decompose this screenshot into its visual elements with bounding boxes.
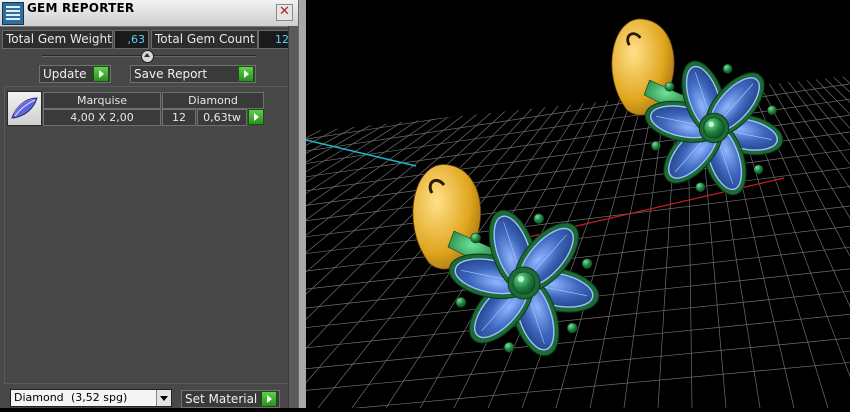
play-arrow-icon <box>238 66 254 82</box>
update-button-label: Update <box>43 67 87 81</box>
play-arrow-icon <box>261 391 277 407</box>
save-report-button[interactable]: Save Report <box>130 65 256 83</box>
save-report-button-label: Save Report <box>134 67 208 81</box>
panel-titlebar: GEM REPORTER ✕ <box>0 0 298 27</box>
set-material-button[interactable]: Set Material <box>181 390 280 408</box>
row-action-play-icon[interactable] <box>248 109 264 125</box>
panel-title: GEM REPORTER <box>27 1 135 15</box>
total-gem-count-label: Total Gem Count <box>151 30 258 49</box>
ground-grid <box>0 0 850 412</box>
gem-list <box>4 86 292 384</box>
gem-size-cell: 4,00 X 2,00 <box>43 109 161 126</box>
material-select-name: Diamond <box>14 391 64 404</box>
column-header-material: Diamond <box>162 92 264 109</box>
collapse-toggle-icon[interactable] <box>141 50 154 63</box>
total-gem-weight-value: ,63 <box>114 30 149 49</box>
total-gem-weight-label: Total Gem Weight <box>2 30 113 49</box>
3d-viewport[interactable] <box>0 0 850 412</box>
update-button[interactable]: Update <box>39 65 111 83</box>
close-button[interactable]: ✕ <box>276 4 293 21</box>
set-material-button-label: Set Material <box>185 392 258 406</box>
marquise-gem-thumbnail-icon[interactable] <box>7 91 42 126</box>
material-select[interactable]: Diamond (3,52 spg) <box>10 389 172 407</box>
gem-reporter-icon <box>2 2 24 25</box>
play-arrow-icon <box>93 66 109 82</box>
dropdown-arrow-icon[interactable] <box>156 390 171 406</box>
gem-count-cell: 12 <box>162 109 196 126</box>
viewport-canvas[interactable] <box>0 0 850 412</box>
gem-reporter-panel: GEM REPORTER ✕ Total Gem Weight ,63 Tota… <box>0 0 299 408</box>
column-header-shape: Marquise <box>43 92 161 109</box>
gem-weight-cell: 0,63tw <box>197 109 247 126</box>
material-select-density: (3,52 spg) <box>71 391 128 404</box>
